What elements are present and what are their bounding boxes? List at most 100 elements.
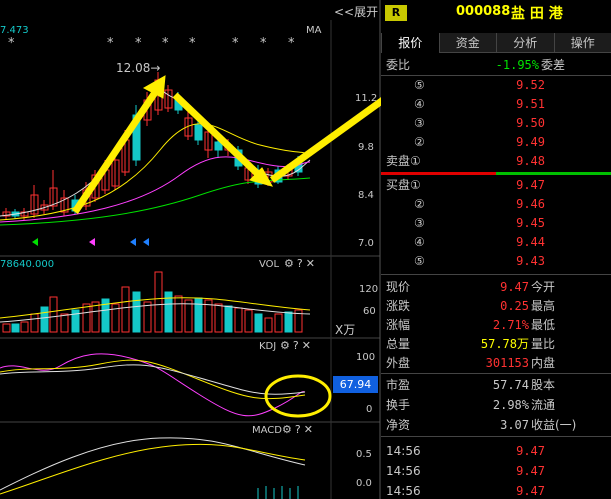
- volume-bar: [20, 321, 29, 333]
- bid-row[interactable]: ③ 9.45: [381, 214, 611, 232]
- candlestick-chart-area[interactable]: [0, 0, 381, 499]
- ask-level: 卖盘①: [386, 154, 421, 168]
- ask-row[interactable]: ③ 9.50: [381, 114, 611, 132]
- ask-bid-divider-red: [381, 172, 496, 175]
- vol-readout: 78640.000: [0, 259, 55, 270]
- bid-row[interactable]: ② 9.46: [381, 195, 611, 213]
- ask-level: ③: [414, 116, 425, 130]
- ask-price: 9.48: [516, 154, 545, 168]
- volume-bar: [60, 313, 69, 333]
- tick-row: 14:56 9.47: [381, 442, 611, 460]
- stock-code: 000088: [456, 4, 511, 19]
- kdj-lines: [0, 353, 306, 417]
- ask-level: ⑤: [414, 78, 425, 92]
- bid-level: ②: [414, 197, 425, 211]
- close-icon[interactable]: ✕: [304, 423, 313, 436]
- volume-bar: [214, 303, 223, 333]
- kdj-title: KDJ: [259, 341, 277, 352]
- ask-row[interactable]: ⑤ 9.52: [381, 76, 611, 94]
- tick-time: 14:56: [386, 444, 421, 458]
- help-icon[interactable]: ?: [297, 257, 303, 270]
- bid-level: ④: [414, 235, 425, 249]
- tab-quote[interactable]: 报价: [381, 33, 439, 53]
- help-icon[interactable]: ?: [295, 423, 301, 436]
- bid-price: 9.43: [516, 254, 545, 268]
- bid-price: 9.46: [516, 197, 545, 211]
- signal-arrow-icon: [130, 238, 136, 246]
- macd-dif-line: [0, 437, 306, 491]
- volume-bar: [40, 306, 49, 333]
- ma-readout: 7.473: [0, 25, 29, 36]
- ask-row[interactable]: ② 9.49: [381, 133, 611, 151]
- bid-row[interactable]: ④ 9.44: [381, 233, 611, 251]
- ask-row[interactable]: ④ 9.51: [381, 95, 611, 113]
- vol-unit-label: X万: [335, 323, 356, 337]
- quote-row: 现价 9.47 今开: [381, 278, 611, 296]
- stock-name: 盐 田 港: [511, 6, 563, 22]
- r-badge: R: [385, 5, 407, 21]
- quote-label: 外盘: [386, 356, 411, 370]
- volume-bar: [49, 296, 58, 333]
- bid-row[interactable]: ⑤ 9.43: [381, 252, 611, 270]
- macd-dea-line: [0, 443, 306, 495]
- volume-bar: [274, 313, 283, 333]
- tab-operation[interactable]: 操作: [553, 33, 611, 53]
- fundamental-value: 57.74: [492, 378, 529, 392]
- fundamental-label2: 流通: [531, 398, 556, 412]
- signal-star: *: [8, 36, 15, 51]
- volume-bar: [224, 305, 233, 333]
- quote-value: 2.71%: [492, 318, 529, 332]
- quote-label2: 最低: [531, 318, 556, 332]
- weibi-value: -1.95%: [495, 58, 539, 72]
- quote-value: 0.25: [500, 299, 529, 313]
- volume-bar: [132, 291, 141, 333]
- tab-funds[interactable]: 资金: [438, 33, 496, 53]
- tick-price: 9.47: [516, 444, 545, 458]
- y-tick-label: 0.5: [356, 449, 372, 460]
- volume-bar: [244, 309, 253, 333]
- volume-bar: [30, 313, 39, 333]
- volume-bar: [11, 323, 20, 333]
- quote-row: 总量 57.78万 量比: [381, 335, 611, 353]
- fundamental-row: 换手 2.98% 流通: [381, 396, 611, 414]
- vol-title: VOL: [259, 259, 280, 270]
- close-icon[interactable]: ✕: [306, 257, 315, 270]
- signal-arrow-icon: [32, 238, 38, 246]
- macd-panel-icons: ⚙? ✕: [279, 423, 313, 436]
- close-icon[interactable]: ✕: [302, 339, 311, 352]
- signal-star: *: [260, 36, 267, 51]
- gear-icon[interactable]: ⚙: [280, 339, 290, 352]
- ask-price: 9.51: [516, 97, 545, 111]
- moving-average-lines: [0, 89, 311, 246]
- volume-bar: [194, 297, 203, 333]
- signal-arrow-icon: [89, 238, 95, 246]
- y-tick-label: 8.4: [358, 190, 374, 201]
- bid-price: 9.47: [516, 178, 545, 192]
- ask-row[interactable]: 卖盘① 9.48: [381, 152, 611, 170]
- high-price-marker: 12.08→: [116, 61, 161, 75]
- tick-price: 9.47: [516, 464, 545, 478]
- weicha-label: 委差: [541, 58, 566, 72]
- y-tick-label: 0: [366, 404, 373, 415]
- quote-label2: 今开: [531, 280, 556, 294]
- tick-time: 14:56: [386, 464, 421, 478]
- candle-body: [194, 124, 203, 141]
- tick-row: 14:56 9.47: [381, 462, 611, 480]
- bid-level: 买盘①: [386, 178, 421, 192]
- ask-level: ④: [414, 97, 425, 111]
- tab-analysis[interactable]: 分析: [496, 33, 554, 53]
- y-tick-label: 0.0: [356, 478, 372, 489]
- gear-icon[interactable]: ⚙: [284, 257, 294, 270]
- help-icon[interactable]: ?: [293, 339, 299, 352]
- quote-row: 外盘 301153 内盘: [381, 354, 611, 372]
- fundamental-label2: 收益(一): [531, 418, 577, 432]
- quote-row: 涨跌 0.25 最高: [381, 297, 611, 315]
- macd-title: MACD: [252, 425, 282, 436]
- tick-price: 9.47: [516, 484, 545, 498]
- expand-button[interactable]: <<展开: [334, 3, 378, 20]
- bid-row[interactable]: 买盘① 9.47: [381, 176, 611, 194]
- volume-bar: [184, 299, 193, 333]
- y-tick-label: 11.2: [355, 93, 378, 104]
- gear-icon[interactable]: ⚙: [282, 423, 292, 436]
- fundamental-row: 市盈 57.74 股本: [381, 376, 611, 394]
